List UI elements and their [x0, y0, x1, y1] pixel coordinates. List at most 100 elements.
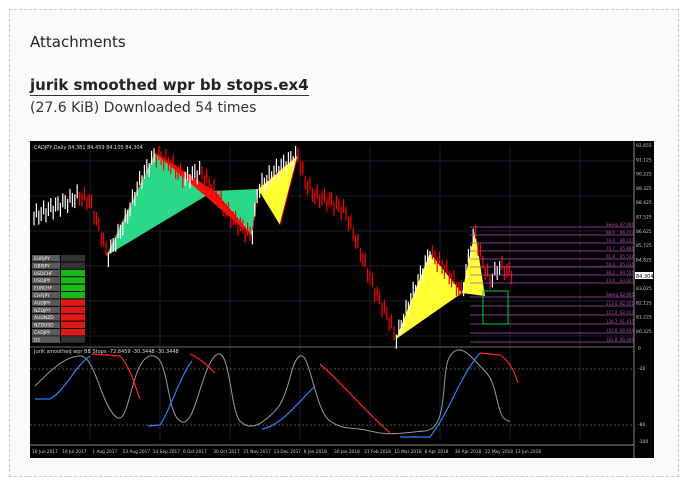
price-label: 92.655 — [636, 143, 652, 149]
currency-state — [61, 299, 85, 306]
currency-state — [61, 314, 85, 321]
date-label: 30 Jan 2018 — [334, 449, 360, 455]
currency-pair: D1 — [34, 337, 40, 343]
fib-ratio: 150.0 — [606, 328, 618, 333]
date-label: 13 Jun 2018 — [515, 449, 541, 455]
fib-price: 86.213 — [620, 238, 634, 243]
fib-price: 80.934 — [620, 328, 634, 333]
chart-screenshot[interactable]: CADJPY,Daily 84.381 84.459 84.105 84.304… — [30, 141, 654, 458]
date-label: 30 Apr 2018 — [455, 449, 482, 455]
date-label: 6 Oct 2017 — [183, 449, 207, 455]
attachments-heading: Attachments — [30, 33, 126, 51]
fib-ratio: 23.6 — [606, 278, 615, 283]
currency-pair: CADJPY — [34, 330, 51, 336]
fib-ratio: Swing — [606, 292, 618, 297]
price-label: 87.525 — [636, 215, 652, 221]
date-label: 15 Mar 2018 — [394, 449, 422, 455]
currency-pair: EURCHF — [34, 286, 53, 292]
fib-price: 86.413 — [620, 230, 634, 235]
stop-red-4 — [479, 352, 519, 384]
date-label: 13 Dec 2017 — [274, 449, 302, 455]
currency-pair: AUDNZD — [34, 315, 54, 321]
currency-pair: NZDUSD — [34, 323, 54, 329]
wpr-line — [34, 349, 511, 435]
currency-state — [61, 329, 85, 336]
price-label: 82.125 — [636, 300, 652, 306]
price-label: 81.225 — [636, 315, 652, 321]
price-label: 91.125 — [636, 157, 652, 163]
date-axis: 16 Jun 2017 10 Jul 2017 1 Aug 2017 23 Aug 2… — [32, 449, 541, 455]
price-axis: 92.655 91.125 90.225 89.325 88.425 87.525 86.6… — [636, 143, 652, 335]
fib-ratio: 113.0 — [606, 301, 618, 306]
indicator-scale-label: -80 — [638, 422, 645, 428]
attachment-meta: (27.6 KiB) Downloaded 54 times — [30, 100, 257, 116]
currency-pair: GBPJPY — [34, 263, 50, 269]
date-label: 16 Jun 2017 — [32, 449, 58, 455]
price-label: 83.025 — [636, 286, 652, 292]
currency-pair: USDJPY — [34, 278, 51, 284]
indicator-scale-label: -20 — [638, 366, 645, 372]
currency-pair: EURJPY — [34, 256, 50, 262]
stop-blue-2 — [147, 360, 193, 427]
stop-red-3 — [319, 363, 391, 434]
currency-state — [61, 321, 85, 328]
currency-pair: CHFJPY — [34, 293, 50, 299]
fib-ratio: 161.8 — [606, 337, 618, 342]
date-label: 21 Feb 2018 — [364, 449, 391, 455]
fib-price: 82.451 — [620, 301, 634, 306]
date-label: 22 May 2018 — [485, 449, 513, 455]
indicator-scale-label: -100 — [638, 439, 648, 445]
price-label: 89.325 — [636, 186, 652, 192]
fib-ratio: 127.2 — [606, 310, 618, 315]
fib-ratio: 88.6 — [606, 230, 615, 235]
fib-price: 82.995 — [620, 292, 634, 297]
attachment-download-link[interactable]: jurik smoothed wpr bb stops.ex4 — [30, 76, 309, 96]
stop-red-2 — [189, 353, 216, 374]
date-label: 30 Oct 2017 — [213, 449, 240, 455]
price-label: 88.425 — [636, 200, 652, 206]
fib-price: 81.435 — [620, 319, 634, 324]
fib-price: 85.532 — [620, 254, 634, 259]
currency-state — [61, 255, 85, 262]
date-label: 10 Jul 2017 — [62, 449, 87, 455]
currency-panel: EURJPYGBPJPY USDCHFUSDJPY EURCHFCHFJPYAUDJ… — [32, 255, 85, 343]
currency-state — [61, 269, 85, 277]
currency-pair: USDCHF — [34, 271, 53, 277]
currency-state — [61, 292, 85, 299]
fib-ratio: 70.7 — [606, 246, 615, 251]
date-label: 21 Nov 2017 — [243, 449, 271, 455]
date-label: 1 Aug 2017 — [92, 449, 117, 455]
currency-state — [61, 306, 85, 314]
price-label: 80.325 — [636, 329, 652, 335]
fib-price: 84.556 — [620, 270, 634, 275]
price-label: 90.225 — [636, 172, 652, 178]
indicator-axis: 0 -20 -80 -100 — [638, 346, 648, 445]
fib-price: 83.920 — [620, 278, 634, 283]
fib-price: 80.449 — [620, 337, 634, 342]
target-box — [482, 290, 509, 325]
date-label: 14 Sep 2017 — [153, 449, 180, 455]
symbol-header: CADJPY,Daily 84.381 84.459 84.105 84.304 — [34, 145, 143, 151]
currency-state — [61, 262, 85, 269]
price-label: 84.825 — [636, 257, 652, 263]
fib-price: 87.091 — [620, 222, 634, 227]
current-price: 84.304 — [636, 274, 654, 280]
date-label: 6 Apr 2018 — [425, 449, 449, 455]
price-label: 85.725 — [636, 243, 652, 249]
fib-price: 82.017 — [620, 310, 634, 315]
currency-pair: AUDJPY — [34, 300, 51, 306]
indicator-scale-label: 0 — [638, 346, 641, 352]
stop-red-1 — [91, 353, 141, 400]
currency-pair: NZDJPY — [34, 308, 51, 314]
grid — [30, 146, 634, 441]
chart-image: CADJPY,Daily 84.381 84.459 84.105 84.304… — [30, 141, 654, 458]
fib-ratio: 50.0 — [606, 262, 615, 267]
fib-ratio: 138.2 — [606, 319, 618, 324]
currency-state — [61, 336, 85, 343]
fib-ratio: 61.8 — [606, 254, 615, 259]
fib-ratio: Swing — [606, 222, 618, 227]
date-label: 23 Aug 2017 — [123, 449, 151, 455]
fib-ratio: 78.6 — [606, 238, 615, 243]
price-label: 86.625 — [636, 229, 652, 235]
currency-state — [61, 277, 85, 284]
